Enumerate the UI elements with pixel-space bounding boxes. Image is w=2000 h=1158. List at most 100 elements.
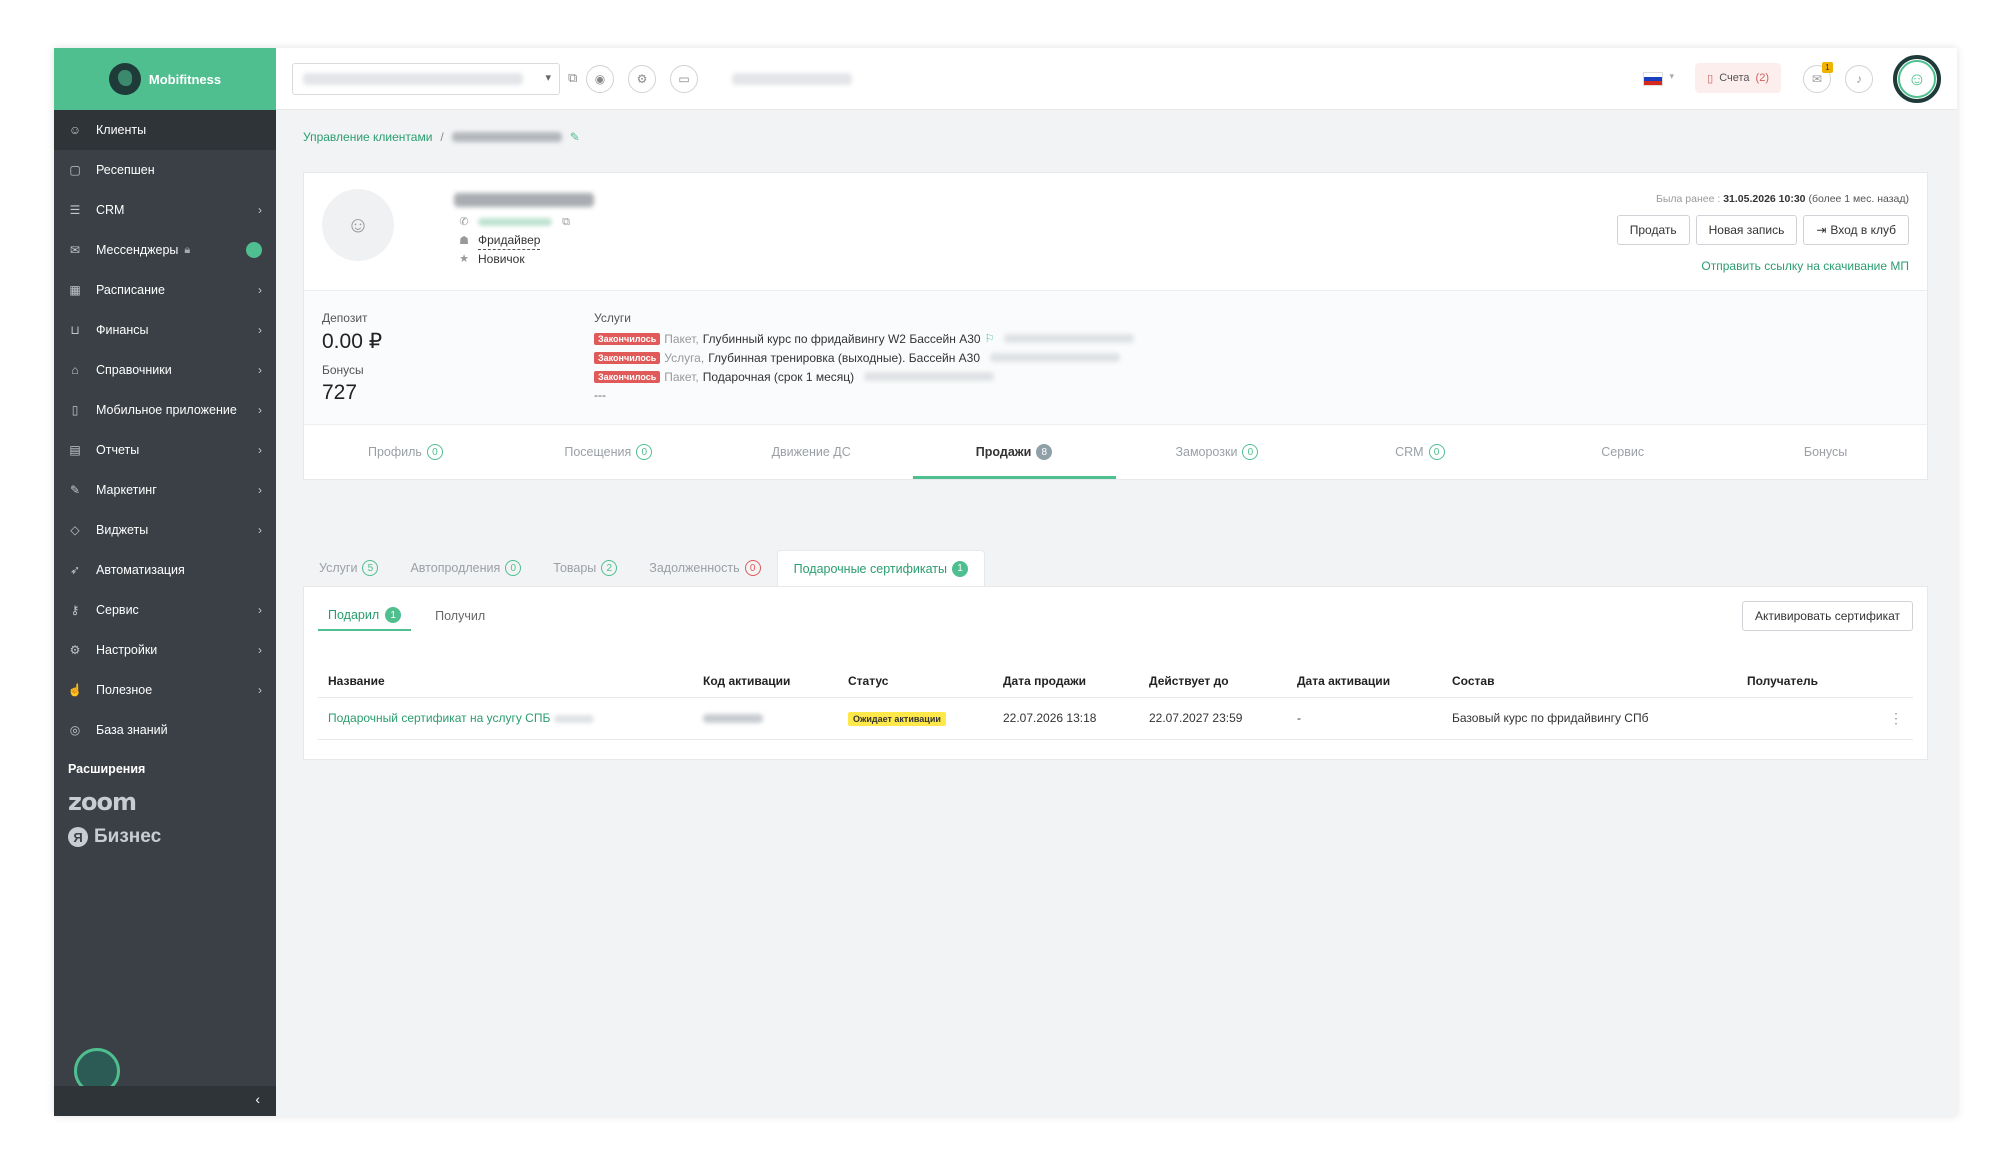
column-header: Статус bbox=[838, 665, 993, 698]
client-phone-redacted[interactable] bbox=[478, 218, 552, 226]
tab-visits[interactable]: Посещения 0 bbox=[507, 425, 710, 479]
sidebar-item-knowledge-base[interactable]: ◎ База знаний bbox=[54, 710, 276, 750]
subtab-services[interactable]: Услуги 5 bbox=[303, 550, 394, 586]
tab-service[interactable]: Сервис bbox=[1521, 425, 1724, 479]
star-icon: ★ bbox=[459, 253, 469, 265]
user-icon: ☺ bbox=[346, 212, 370, 237]
subtab-auto-renewals[interactable]: Автопродления 0 bbox=[394, 550, 537, 586]
tab-label: CRM bbox=[1395, 445, 1424, 459]
key-icon: ⚷ bbox=[70, 603, 80, 617]
subtab-goods[interactable]: Товары 2 bbox=[537, 550, 633, 586]
sidebar-item-clients[interactable]: ☺ Клиенты bbox=[54, 110, 276, 150]
chevron-right-icon: › bbox=[258, 643, 262, 657]
tab-freezes[interactable]: Заморозки 0 bbox=[1116, 425, 1319, 479]
sidebar-item-widgets[interactable]: ◇ Виджеты › bbox=[54, 510, 276, 550]
service-item[interactable]: Закончилось Пакет, Подарочная (срок 1 ме… bbox=[594, 367, 1134, 386]
sell-button[interactable]: Продать bbox=[1616, 215, 1690, 245]
sidebar-item-label: Маркетинг bbox=[96, 483, 157, 497]
sidebar-item-useful[interactable]: ☝ Полезное › bbox=[54, 670, 276, 710]
sidebar-item-label: CRM bbox=[96, 203, 125, 217]
messages-icon[interactable]: ✉ 1 bbox=[1803, 62, 1833, 93]
monitor-icon[interactable]: ▭ bbox=[670, 65, 698, 93]
breadcrumb-root-link[interactable]: Управление клиентами bbox=[303, 130, 432, 144]
pill-gifted[interactable]: Подарил 1 bbox=[318, 601, 412, 631]
user-icon: ☺ bbox=[1907, 68, 1927, 89]
sidebar-item-automation[interactable]: ➶ Автоматизация bbox=[54, 550, 276, 590]
service-item[interactable]: Закончилось Пакет, Глубинный курс по фри… bbox=[594, 329, 1135, 348]
sidebar-item-schedule[interactable]: ▦ Расписание › bbox=[54, 270, 276, 310]
sidebar-collapse-button[interactable]: ‹ bbox=[54, 1086, 276, 1116]
language-flag-icon[interactable] bbox=[1643, 72, 1663, 86]
globe-icon[interactable]: ◉ bbox=[586, 65, 614, 93]
yandex-business-extension-logo[interactable]: Я Бизнес bbox=[54, 818, 276, 856]
settings-cog-icon[interactable]: ⚙ bbox=[628, 65, 656, 93]
extensions-title: Расширения bbox=[68, 762, 146, 776]
subtab-debt[interactable]: Задолженность 0 bbox=[633, 550, 776, 586]
calendar-icon: ▦ bbox=[69, 283, 81, 297]
sidebar-item-directories[interactable]: ⌂ Справочники › bbox=[54, 350, 276, 390]
phone-icon: ▯ bbox=[71, 403, 79, 417]
bell-icon[interactable]: ♪ bbox=[1845, 65, 1873, 93]
pill-received[interactable]: Получил bbox=[425, 601, 495, 631]
tab-label: Движение ДС bbox=[771, 445, 851, 459]
cert-name-link[interactable]: Подарочный сертификат на услугу СПБ bbox=[328, 711, 550, 725]
pencil-icon[interactable]: ✎ bbox=[570, 130, 580, 144]
client-level-row: ★ Новичок bbox=[458, 250, 572, 268]
tab-label: Бонусы bbox=[1803, 445, 1848, 459]
copy-icon[interactable]: ⧉ bbox=[560, 213, 572, 231]
tab-crm[interactable]: CRM 0 bbox=[1318, 425, 1521, 479]
rocket-icon: ➶ bbox=[69, 563, 81, 577]
tab-sales[interactable]: Продажи 8 bbox=[912, 425, 1116, 479]
sidebar-item-label: Мобильное приложение bbox=[96, 403, 237, 417]
sidebar-item-messengers[interactable]: ✉ Мессенджеры 🔒︎ bbox=[54, 230, 276, 270]
main-content: Управление клиентами / ✎ ☺ ✆ ⧉ ☗ Фридайв… bbox=[276, 110, 1957, 1116]
table-row[interactable]: Подарочный сертификат на услугу СПБ Ожид… bbox=[318, 697, 1913, 740]
sidebar-item-marketing[interactable]: ✎ Маркетинг › bbox=[54, 470, 276, 510]
client-avatar[interactable]: ☺ bbox=[322, 189, 394, 261]
service-name: Глубинный курс по фридайвингу W2 Бассейн… bbox=[702, 331, 981, 346]
zoom-extension-logo[interactable]: zoom bbox=[54, 786, 276, 818]
user-avatar[interactable]: ☺ bbox=[1893, 55, 1941, 103]
club-select[interactable]: ▾ bbox=[292, 63, 560, 95]
sidebar-item-crm[interactable]: ☰ CRM › bbox=[54, 190, 276, 230]
service-name: Подарочная (срок 1 месяц) bbox=[702, 369, 855, 384]
service-status-badge: Закончилось bbox=[594, 332, 661, 345]
bills-button[interactable]: ▯ Счета (2) bbox=[1695, 63, 1781, 93]
breadcrumb-separator: / bbox=[440, 130, 444, 144]
activation-code-cell bbox=[693, 697, 838, 740]
service-type: Пакет, bbox=[664, 331, 699, 346]
document-icon: ▯ bbox=[1707, 72, 1714, 85]
subtab-gift-certificates[interactable]: Подарочные сертификаты 1 bbox=[776, 550, 985, 586]
services-more[interactable]: --- bbox=[594, 388, 1134, 402]
brand[interactable]: Mobifitness bbox=[54, 48, 276, 110]
sidebar-item-label: Финансы bbox=[96, 323, 149, 337]
flag-icon: ⚐ bbox=[984, 333, 995, 345]
breadcrumb: Управление клиентами / ✎ bbox=[303, 130, 580, 144]
activate-certificate-button[interactable]: Активировать сертификат bbox=[1741, 601, 1913, 631]
chevron-down-icon[interactable]: ▾ bbox=[1669, 71, 1674, 82]
new-booking-button[interactable]: Новая запись bbox=[1695, 215, 1798, 245]
sidebar-item-reception[interactable]: ▢ Ресепшен bbox=[54, 150, 276, 190]
copy-icon[interactable]: ⧉ bbox=[568, 70, 577, 86]
sales-subtabs: Услуги 5 Автопродления 0 Товары 2 Задолженн… bbox=[303, 550, 985, 586]
tab-profile[interactable]: Профиль 0 bbox=[304, 425, 507, 479]
composition-cell: Базовый курс по фридайвингу СПб bbox=[1442, 697, 1737, 740]
send-app-link[interactable]: Отправить ссылку на скачивание МП bbox=[1701, 259, 1909, 273]
pill-label: Получил bbox=[435, 609, 486, 623]
client-tag[interactable]: Фридайвер bbox=[478, 231, 541, 250]
enter-club-button[interactable]: ⇥ Вход в клуб bbox=[1803, 215, 1909, 245]
kebab-menu-icon[interactable]: ⋮ bbox=[1889, 710, 1903, 726]
tab-cash-flow[interactable]: Движение ДС bbox=[710, 425, 913, 479]
sidebar-item-reports[interactable]: ▤ Отчеты › bbox=[54, 430, 276, 470]
sidebar-item-settings[interactable]: ⚙ Настройки › bbox=[54, 630, 276, 670]
sidebar-item-label: Виджеты bbox=[96, 523, 149, 537]
tab-bonuses[interactable]: Бонусы bbox=[1724, 425, 1927, 479]
table-header-row: Название Код активации Статус Дата прода… bbox=[318, 665, 1913, 698]
sidebar-item-finance[interactable]: ⊔ Финансы › bbox=[54, 310, 276, 350]
sidebar-item-mobile-app[interactable]: ▯ Мобильное приложение › bbox=[54, 390, 276, 430]
subtab-count: 1 bbox=[951, 560, 968, 577]
client-tag-row: ☗ Фридайвер bbox=[458, 231, 572, 250]
service-item[interactable]: Закончилось Услуга, Глубинная тренировка… bbox=[594, 348, 1134, 367]
sidebar-item-service[interactable]: ⚷ Сервис › bbox=[54, 590, 276, 630]
tab-label: Заморозки bbox=[1175, 445, 1238, 459]
